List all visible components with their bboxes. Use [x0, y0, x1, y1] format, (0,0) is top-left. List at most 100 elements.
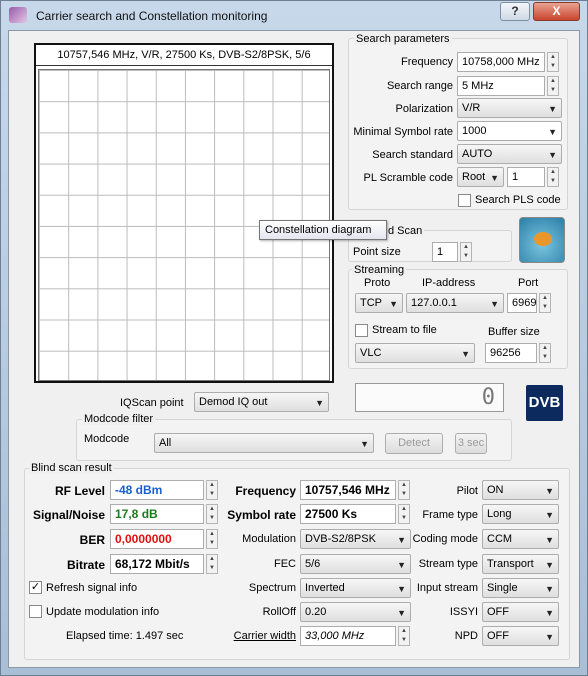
constellation-plot[interactable]: 10757,546 MHz, V/R, 27500 Ks, DVB-S2/8PS…: [34, 43, 334, 383]
update-modulation-checkbox[interactable]: [29, 605, 42, 618]
search-standard-select[interactable]: AUTO ▼: [457, 144, 562, 164]
ip-address-select[interactable]: 127.0.0.1 ▼: [406, 293, 504, 313]
rf-level-spinner[interactable]: ▲ ▼: [206, 480, 218, 500]
point-size-spinner[interactable]: ▲ ▼: [460, 242, 472, 262]
spectrum-select[interactable]: Inverted ▼: [300, 578, 411, 598]
help-button[interactable]: ?: [500, 2, 530, 21]
ber-label: BER: [79, 533, 105, 547]
pls-code-spinner[interactable]: ▲ ▼: [547, 167, 559, 187]
point-size-input[interactable]: 1: [432, 242, 458, 262]
frequency-result-spinner[interactable]: ▲ ▼: [398, 480, 410, 500]
satellite-logo[interactable]: [519, 217, 565, 263]
npd-value: OFF: [487, 630, 509, 642]
polarization-value: V/R: [462, 102, 481, 114]
search-range-spinner[interactable]: ▲ ▼: [547, 76, 559, 96]
iq-scan-label: d Scan: [386, 225, 425, 237]
frequency-result-label: Frequency: [235, 484, 296, 498]
carrier-width-link[interactable]: Carrier width: [216, 630, 296, 642]
title-bar[interactable]: Carrier search and Constellation monitor…: [0, 0, 588, 30]
stream-type-label: Stream type: [418, 558, 478, 570]
rf-level-value: -48 dBm: [110, 480, 204, 500]
modulation-select[interactable]: DVB-S2/8PSK ▼: [300, 529, 411, 549]
frame-type-label: Frame type: [422, 509, 478, 521]
stream-type-select[interactable]: Transport ▼: [482, 554, 559, 574]
npd-select[interactable]: OFF ▼: [482, 626, 559, 646]
chevron-down-icon: ▼: [360, 439, 369, 449]
chevron-down-icon: ▼: [461, 349, 470, 359]
pl-scramble-label: PL Scramble code: [363, 172, 453, 184]
rolloff-select[interactable]: 0.20 ▼: [300, 602, 411, 622]
issyi-value: OFF: [487, 606, 509, 618]
pilot-select[interactable]: ON ▼: [482, 480, 559, 500]
symbol-rate-value: 27500 Ks: [300, 504, 396, 524]
refresh-signal-checkbox[interactable]: ✓: [29, 581, 42, 594]
port-label: Port: [518, 277, 539, 289]
update-modulation-label: Update modulation info: [46, 606, 160, 618]
input-stream-value: Single: [487, 582, 518, 594]
search-pls-checkbox[interactable]: [458, 194, 471, 207]
ber-value: 0,0000000: [110, 529, 204, 549]
lcd-display: 0: [355, 383, 504, 412]
modulation-label: Modulation: [242, 533, 296, 545]
detect-button[interactable]: Detect: [385, 433, 443, 454]
symbol-rate-label: Symbol rate: [227, 508, 296, 522]
frequency-spinner[interactable]: ▲ ▼: [547, 52, 559, 72]
npd-label: NPD: [454, 630, 478, 642]
proto-select[interactable]: TCP ▼: [355, 293, 403, 313]
ip-address-label: IP-address: [422, 277, 476, 289]
pilot-value: ON: [487, 484, 504, 496]
chevron-down-icon: ▼: [490, 173, 499, 183]
pls-mode-value: Root: [462, 171, 486, 183]
bitrate-spinner[interactable]: ▲ ▼: [206, 554, 218, 574]
port-input[interactable]: 6969: [507, 293, 537, 313]
refresh-signal-label: Refresh signal info: [46, 582, 138, 594]
frequency-input[interactable]: 10758,000 MHz: [457, 52, 545, 72]
spectrum-value: Inverted: [305, 582, 345, 594]
coding-mode-select[interactable]: CCM ▼: [482, 529, 559, 549]
frame-type-select[interactable]: Long ▼: [482, 504, 559, 524]
pls-mode-select[interactable]: Root ▼: [457, 167, 504, 187]
chevron-down-icon: ▼: [545, 535, 554, 545]
carrier-width-spinner[interactable]: ▲ ▼: [398, 626, 410, 646]
app-icon: [9, 7, 27, 23]
timeout-select[interactable]: 3 sec: [455, 433, 487, 454]
modcode-select[interactable]: All ▼: [154, 433, 374, 453]
input-stream-select[interactable]: Single ▼: [482, 578, 559, 598]
search-standard-value: AUTO: [462, 148, 493, 160]
chevron-down-icon: ▼: [545, 632, 554, 642]
player-select[interactable]: VLC ▼: [355, 343, 475, 363]
blind-scan-result-label: Blind scan result: [29, 462, 114, 474]
port-spinner[interactable]: ▲ ▼: [539, 293, 551, 313]
signal-noise-label: Signal/Noise: [32, 508, 105, 522]
carrier-width-value[interactable]: 33,000 MHz: [300, 626, 396, 646]
search-range-input[interactable]: 5 MHz: [457, 76, 545, 96]
window-title: Carrier search and Constellation monitor…: [36, 9, 268, 23]
chevron-down-icon: ▼: [397, 560, 406, 570]
buffer-size-input[interactable]: 96256: [485, 343, 537, 363]
modcode-filter-label: Modcode filter: [82, 413, 156, 425]
fec-select[interactable]: 5/6 ▼: [300, 554, 411, 574]
iq-scan-point-select[interactable]: Demod IQ out ▼: [194, 392, 329, 412]
pls-code-input[interactable]: 1: [507, 167, 545, 187]
issyi-select[interactable]: OFF ▼: [482, 602, 559, 622]
buffer-size-spinner[interactable]: ▲ ▼: [539, 343, 551, 363]
proto-label: Proto: [364, 277, 391, 289]
spectrum-label: Spectrum: [248, 582, 296, 594]
fec-value: 5/6: [305, 558, 321, 570]
modcode-label: Modcode: [84, 433, 130, 445]
ber-spinner[interactable]: ▲ ▼: [206, 529, 218, 549]
coding-mode-value: CCM: [487, 533, 513, 545]
iq-scan-point-value: Demod IQ out: [199, 396, 268, 408]
polarization-select[interactable]: V/R ▼: [457, 98, 562, 118]
symbol-rate-spinner[interactable]: ▲ ▼: [398, 504, 410, 524]
chevron-down-icon: ▼: [545, 584, 554, 594]
stream-to-file-label: Stream to file: [372, 324, 437, 336]
chevron-down-icon: ▼: [397, 608, 406, 618]
player-value: VLC: [360, 347, 382, 359]
min-symbol-rate-label: Minimal Symbol rate: [353, 126, 453, 138]
search-range-label: Search range: [386, 80, 453, 92]
stream-to-file-checkbox[interactable]: [355, 324, 368, 337]
min-symbol-rate-select[interactable]: 1000 ▼: [457, 121, 562, 141]
close-button[interactable]: X: [533, 2, 580, 21]
stream-type-value: Transport: [487, 558, 534, 570]
